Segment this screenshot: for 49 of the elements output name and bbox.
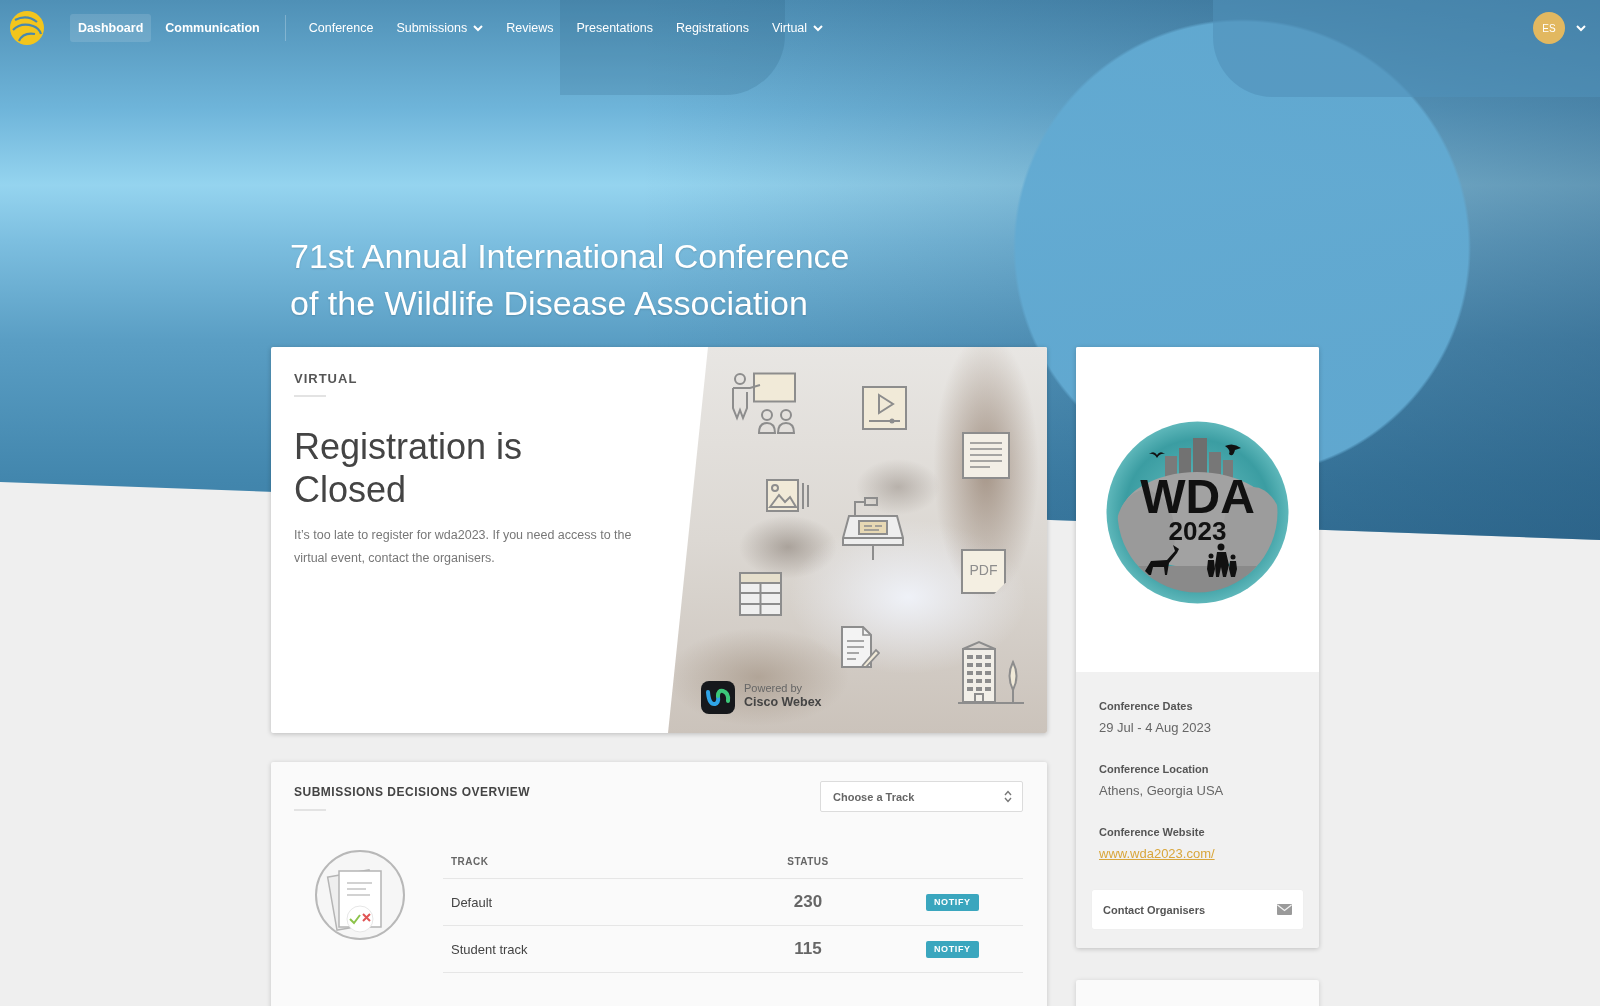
detail-value: 29 Jul - 4 Aug 2023 (1099, 719, 1212, 737)
notify-button[interactable]: NOTIFY (926, 893, 979, 911)
nav-link[interactable]: Conference (308, 21, 374, 35)
status-count: 115 (794, 939, 822, 959)
section-title: SUBMISSIONS DECISIONS OVERVIEW (294, 784, 531, 801)
documents-tick-cross-icon (314, 849, 406, 941)
detail-label: Conference Location (1099, 762, 1209, 777)
card-message: It’s too late to register for wda2023. If you need access to the virtual event, contact the organisers. (294, 527, 633, 567)
pdf-document-icon: PDF (961, 549, 1006, 594)
track-select[interactable]: Choose a Track (820, 781, 1023, 812)
nav-dropdown[interactable]: Virtual (771, 21, 824, 35)
building-tree-icon (957, 640, 1025, 707)
track-name: Student track (450, 941, 529, 957)
nav-link[interactable]: Registrations (675, 21, 749, 35)
conference-logo: WDA 2023 (1105, 420, 1290, 605)
column-header: STATUS (787, 856, 829, 867)
mail-icon (1277, 904, 1292, 915)
document-edit-icon (841, 626, 880, 668)
detail-label: Conference Dates (1099, 699, 1193, 714)
track-name: Default (450, 894, 494, 910)
provider-name: Cisco Webex (744, 695, 822, 710)
column-header: TRACK (450, 856, 489, 867)
chevron-down-icon (1576, 24, 1586, 32)
nav-dropdown[interactable]: Submissions (396, 21, 484, 35)
swirl-logo-icon (701, 681, 735, 714)
card-label: VIRTUAL (294, 371, 359, 387)
table-icon (739, 572, 782, 616)
card-heading: Registration is Closed (294, 425, 524, 511)
website-link[interactable]: www.wda2023.com/ (1099, 845, 1215, 863)
notify-button[interactable]: NOTIFY (926, 940, 979, 958)
image-gallery-icon (766, 479, 812, 512)
logo-icon[interactable] (9, 10, 45, 46)
projector-icon (839, 494, 907, 562)
status-count: 230 (793, 892, 823, 912)
video-player-icon (862, 386, 907, 430)
contact-organisers-button[interactable]: Contact Organisers (1092, 890, 1303, 929)
nav-link[interactable]: Presentations (576, 21, 653, 35)
chevron-up-down-icon (1004, 790, 1012, 803)
chevron-down-icon (813, 24, 824, 32)
nav-link[interactable]: Reviews (506, 21, 554, 35)
presenter-icon (730, 372, 797, 435)
powered-by-text: Powered by (744, 682, 804, 695)
detail-value: Athens, Georgia USA (1099, 782, 1224, 800)
detail-label: Conference Website (1099, 825, 1205, 840)
nav-tab[interactable]: Dashboard (70, 14, 152, 42)
conference-title: 71st Annual International Conference of the Wildlife Disease Association (290, 236, 851, 324)
nav-tab[interactable]: Communication (157, 14, 268, 42)
document-icon (962, 432, 1010, 479)
chevron-down-icon (473, 24, 484, 32)
